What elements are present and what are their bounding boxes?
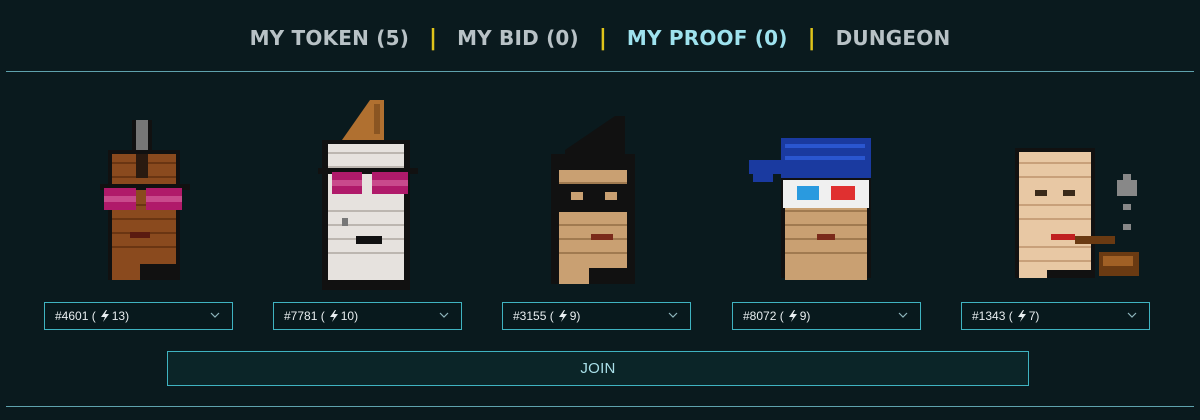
token-select-8072[interactable]: #8072 ( 9 ) — [732, 302, 921, 330]
token-power: 13 — [111, 309, 126, 323]
tab-my-token[interactable]: MY TOKEN (5) — [250, 26, 409, 50]
bolt-icon — [1017, 310, 1026, 322]
tab-my-bid[interactable]: MY BID (0) — [457, 26, 579, 50]
bolt-icon — [100, 310, 109, 322]
tab-my-proof[interactable]: MY PROOF (0) — [627, 26, 788, 50]
token-close: ) — [1035, 309, 1040, 323]
tab-separator: | — [807, 25, 816, 51]
chevron-down-icon — [898, 312, 908, 318]
tab-separator: | — [429, 25, 438, 51]
token-power: 10 — [340, 309, 355, 323]
token-power: 7 — [1028, 309, 1036, 323]
bolt-icon — [558, 310, 567, 322]
top-divider — [6, 71, 1194, 72]
token-power: 9 — [569, 309, 577, 323]
token-image-8072 — [745, 100, 905, 290]
token-power: 9 — [799, 309, 807, 323]
token-select-3155[interactable]: #3155 ( 9 ) — [502, 302, 691, 330]
token-close: ) — [354, 309, 359, 323]
token-id: #3155 ( — [513, 309, 554, 323]
token-close: ) — [125, 309, 130, 323]
token-image-7781 — [312, 100, 472, 290]
token-select-1343[interactable]: #1343 ( 7 ) — [961, 302, 1150, 330]
tab-separator: | — [598, 25, 607, 51]
bolt-icon — [329, 310, 338, 322]
token-id: #4601 ( — [55, 309, 96, 323]
token-image-3155 — [545, 100, 705, 290]
token-image-4601 — [72, 100, 232, 290]
chevron-down-icon — [1127, 312, 1137, 318]
token-select-7781[interactable]: #7781 ( 10 ) — [273, 302, 462, 330]
chevron-down-icon — [210, 312, 220, 318]
bolt-icon — [788, 310, 797, 322]
tab-dungeon[interactable]: DUNGEON — [836, 26, 951, 50]
token-image-1343 — [1005, 100, 1165, 290]
join-button[interactable]: JOIN — [167, 351, 1029, 386]
tab-bar: MY TOKEN (5) | MY BID (0) | MY PROOF (0)… — [0, 22, 1200, 54]
token-id: #8072 ( — [743, 309, 784, 323]
token-id: #1343 ( — [972, 309, 1013, 323]
chevron-down-icon — [439, 312, 449, 318]
bottom-divider — [6, 406, 1194, 407]
chevron-down-icon — [668, 312, 678, 318]
token-id: #7781 ( — [284, 309, 325, 323]
token-close: ) — [806, 309, 811, 323]
token-select-4601[interactable]: #4601 ( 13 ) — [44, 302, 233, 330]
token-close: ) — [576, 309, 581, 323]
